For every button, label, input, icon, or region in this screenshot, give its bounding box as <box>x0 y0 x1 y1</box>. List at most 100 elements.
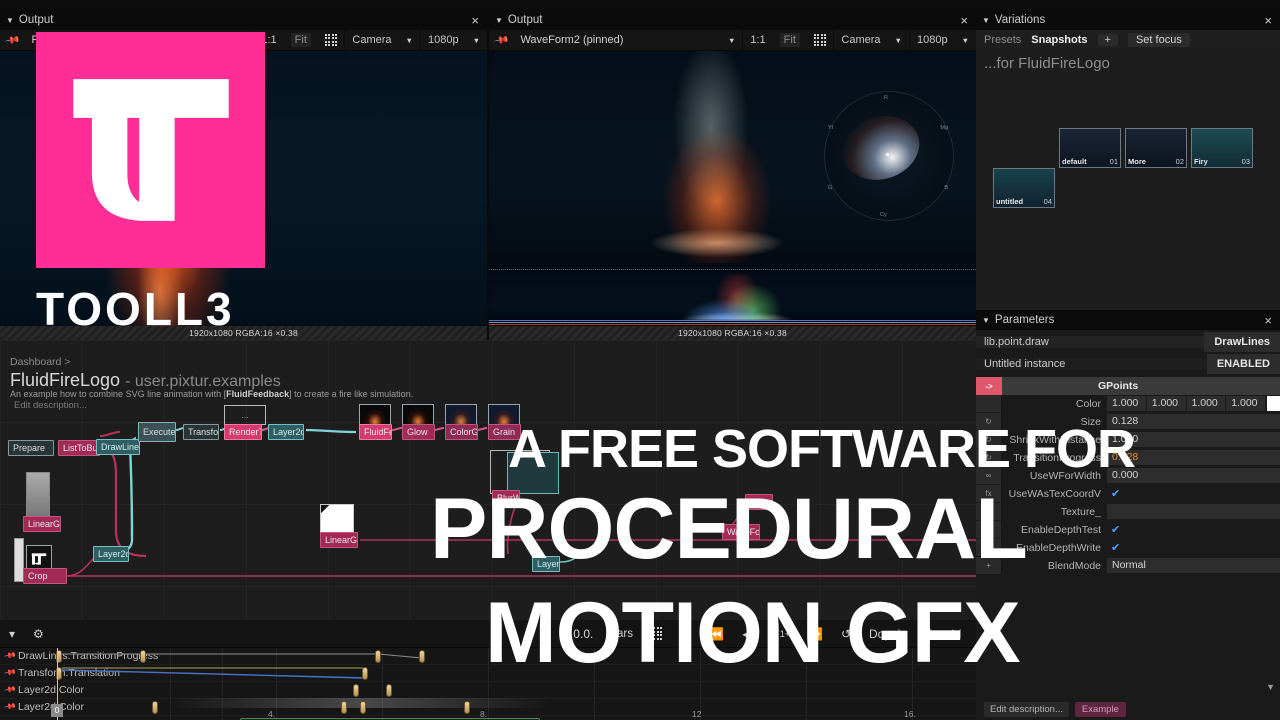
edit-description-button[interactable]: Edit description... <box>984 701 1069 717</box>
param-value[interactable] <box>1107 504 1280 519</box>
tab-snapshots[interactable]: Snapshots <box>1031 34 1087 46</box>
param-checkbox[interactable]: ✔ <box>1106 523 1120 536</box>
grid-icon[interactable] <box>318 30 345 50</box>
fit-button[interactable]: Fit <box>284 30 318 50</box>
camera-dropdown-icon[interactable]: ▼ <box>399 30 420 50</box>
timeline-row-label: Layer2d.Color <box>18 684 84 696</box>
graph-node-layer2d[interactable]: Layer2d <box>93 546 129 562</box>
keyframe[interactable] <box>419 650 425 663</box>
resolution-dropdown-icon[interactable]: ▼ <box>955 30 976 50</box>
param-row-color[interactable]: Color 1.000 1.000 1.000 1.000 <box>976 395 1280 413</box>
graph-node-execute[interactable]: Execute <box>138 422 176 442</box>
param-gutter-icon[interactable] <box>976 395 1002 412</box>
output-left-header: ▼ Output × <box>0 10 487 30</box>
output-right-op-dropdown-icon[interactable]: ▼ <box>721 30 742 50</box>
caret-down-icon[interactable]: ▼ <box>6 16 14 25</box>
chevron-down-icon[interactable]: ▼ <box>1266 682 1275 692</box>
parameter-group-header-row: -> GPoints <box>976 377 1280 395</box>
variations-header: ▼ Variations × <box>976 10 1280 30</box>
zoom-ratio-button[interactable]: 1:1 <box>743 30 772 50</box>
pin-icon[interactable]: 📌 <box>0 30 24 50</box>
group-handle-icon[interactable]: -> <box>976 377 1002 395</box>
param-value-enum[interactable]: Normal <box>1107 558 1280 573</box>
gear-icon[interactable]: ⚙ <box>24 620 53 647</box>
resolution-select[interactable]: 1080p <box>910 30 955 50</box>
graph-node-lineargradient[interactable]: LinearGradient <box>320 532 358 548</box>
camera-select[interactable]: Camera <box>834 30 887 50</box>
keyframe[interactable] <box>362 667 368 680</box>
waveform-scope-viewport[interactable] <box>489 263 976 326</box>
op-name[interactable]: DrawLines <box>1204 332 1280 352</box>
parameters-title: Parameters <box>994 314 1055 326</box>
fit-button[interactable]: Fit <box>773 30 807 50</box>
graph-node-transform[interactable]: Transform <box>183 424 219 440</box>
output-right-viewport[interactable]: R Mg B Cy G Yl <box>489 51 976 263</box>
timeline-row[interactable]: 📌 Layer2d.Color <box>0 682 976 699</box>
caret-down-icon[interactable]: ▼ <box>982 16 990 25</box>
toolll3-logo-glyph <box>72 79 229 221</box>
graph-node-rendertarget[interactable]: RenderTarget <box>224 424 262 440</box>
graph-node-glow[interactable]: Glow <box>402 424 435 440</box>
grid-icon[interactable] <box>807 30 834 50</box>
parameters-instance-row: Untitled instance ENABLED <box>976 354 1280 374</box>
pin-icon[interactable]: 📌 <box>3 683 16 696</box>
instance-name-field[interactable]: Untitled instance <box>976 358 1207 370</box>
caret-down-icon[interactable]: ▼ <box>982 316 990 325</box>
graph-node-listtobuffer[interactable]: ListToBuffer <box>58 440 100 456</box>
brand-wordmark: TOOLL3 <box>36 283 235 335</box>
parameters-footer: Edit description... Example <box>976 698 1280 720</box>
keyframe[interactable] <box>386 684 392 697</box>
graph-node-fluidfeedback[interactable]: FluidFeedback <box>359 424 392 440</box>
variations-panel: ▼ Variations × Presets Snapshots + Set f… <box>976 10 1280 310</box>
tab-presets[interactable]: Presets <box>984 34 1021 46</box>
snapshot-card-03[interactable]: Firy 03 <box>1191 128 1253 168</box>
example-tag[interactable]: Example <box>1074 701 1126 717</box>
param-value-a: 1.000 <box>1226 396 1265 411</box>
add-snapshot-button[interactable]: + <box>1097 33 1118 46</box>
keyframe[interactable] <box>353 684 359 697</box>
param-checkbox[interactable]: ✔ <box>1106 487 1120 500</box>
output-right-title: Output <box>507 14 543 26</box>
close-icon[interactable]: × <box>958 14 970 27</box>
graph-connections <box>66 426 976 577</box>
caret-down-icon[interactable]: ▼ <box>495 16 503 25</box>
close-icon[interactable]: × <box>469 14 481 27</box>
output-right-toolbar: 📌 WaveForm2 (pinned) ▼ 1:1 Fit Camera ▼ … <box>489 30 976 51</box>
set-focus-button[interactable]: Set focus <box>1127 32 1190 47</box>
timeline-row[interactable]: 📌 Layer2d.Color <box>0 698 976 716</box>
snapshot-card-01[interactable]: default 01 <box>1059 128 1121 168</box>
snapshot-card-04[interactable]: untitled 04 <box>993 168 1055 208</box>
op-type-path[interactable]: lib.point.draw <box>976 336 1205 348</box>
graph-node-lineargradient[interactable]: LinearGradient <box>23 516 61 532</box>
graph-node-drawlines[interactable]: DrawLines <box>96 439 140 455</box>
close-icon[interactable]: × <box>1262 314 1274 327</box>
keyframe[interactable] <box>140 650 146 663</box>
param-checkbox[interactable]: ✔ <box>1106 541 1120 554</box>
resolution-select[interactable]: 1080p <box>421 30 466 50</box>
playhead-label[interactable]: 0 <box>51 704 63 717</box>
color-swatch[interactable] <box>1267 396 1280 411</box>
keyframe[interactable] <box>341 701 347 714</box>
chevron-down-icon[interactable]: ▾ <box>0 620 24 647</box>
keyframe[interactable] <box>375 650 381 663</box>
param-value-r: 1.000 <box>1107 396 1146 411</box>
param-value-vec4[interactable]: 1.000 1.000 1.000 1.000 <box>1107 396 1265 411</box>
graph-node-colorgrade[interactable]: ColorGrade <box>445 424 478 440</box>
keyframe[interactable] <box>464 701 470 714</box>
close-icon[interactable]: × <box>1262 14 1274 27</box>
snapshot-card-02[interactable]: More 02 <box>1125 128 1187 168</box>
keyframe[interactable] <box>152 701 158 714</box>
keyframe[interactable] <box>360 701 366 714</box>
graph-node-crop[interactable]: Crop <box>23 568 67 584</box>
output-right-op-name[interactable]: WaveForm2 (pinned) <box>513 30 720 50</box>
resolution-dropdown-icon[interactable]: ▼ <box>466 30 487 50</box>
graph-node-layer2d[interactable]: Layer2d <box>268 424 304 440</box>
node-graph-canvas[interactable]: Dashboard > FluidFireLogo - user.pixtur.… <box>0 340 976 620</box>
pin-icon[interactable]: 📌 <box>489 30 513 50</box>
camera-dropdown-icon[interactable]: ▼ <box>888 30 909 50</box>
node-thumbnail-gradient[interactable] <box>26 472 50 518</box>
camera-select[interactable]: Camera <box>345 30 398 50</box>
graph-node-prepare[interactable]: Prepare <box>8 440 54 456</box>
pin-icon[interactable]: 📌 <box>3 700 16 713</box>
enabled-toggle[interactable]: ENABLED <box>1206 354 1280 374</box>
